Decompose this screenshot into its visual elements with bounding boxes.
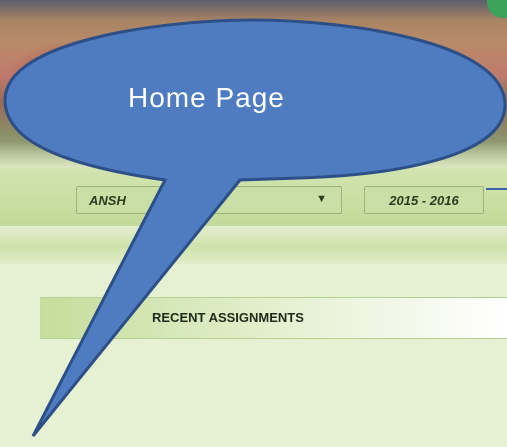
speech-bubble-callout	[3, 18, 507, 437]
callout-text: Home Page	[128, 82, 285, 113]
